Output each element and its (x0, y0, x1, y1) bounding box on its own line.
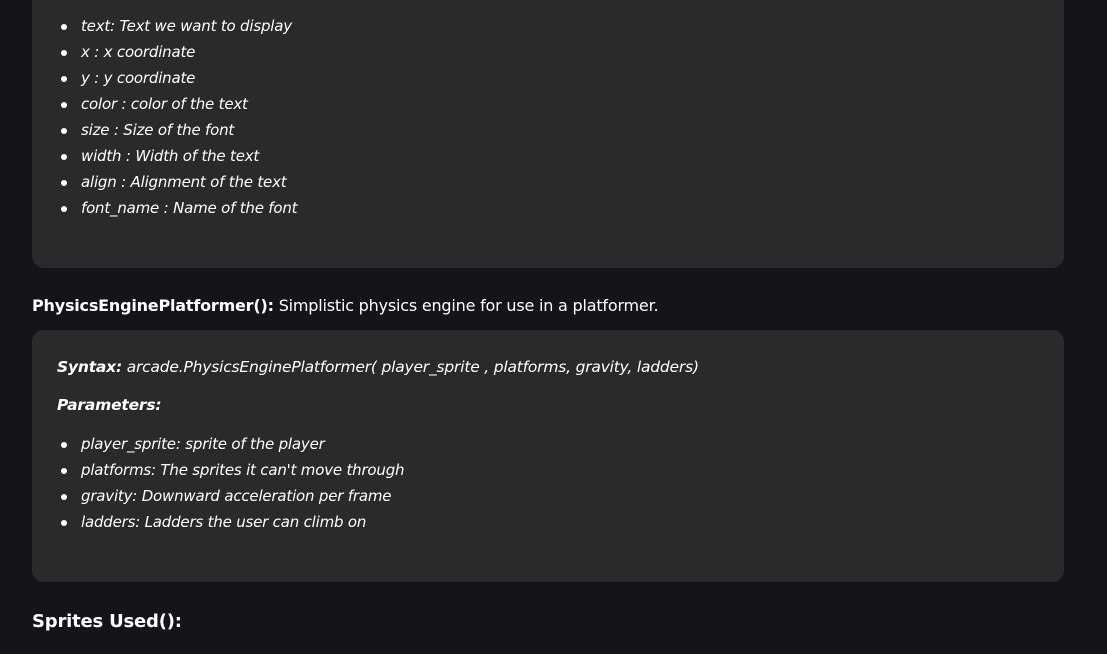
physics-param-list: player_sprite: sprite of the player plat… (57, 431, 405, 535)
list-item: player_sprite: sprite of the player (57, 431, 404, 457)
parameters-label: Parameters: (57, 396, 162, 414)
syntax-label: Syntax: (57, 358, 122, 376)
list-item: color : color of the text (57, 91, 297, 117)
list-item: platforms: The sprites it can't move thr… (57, 457, 405, 483)
draw-text-params-card: text: Text we want to display x : x coor… (32, 0, 1064, 268)
list-item: y : y coordinate (57, 65, 297, 91)
list-item: font_name : Name of the font (57, 195, 298, 221)
syntax-code: arcade.PhysicsEnginePlatformer( player_s… (121, 358, 699, 376)
article-page: text: Text we want to display x : x coor… (0, 0, 1107, 654)
physics-engine-description: Simplistic physics engine for use in a p… (273, 296, 659, 315)
list-item: ladders: Ladders the user can climb on (57, 509, 404, 535)
list-item: x : x coordinate (57, 39, 297, 65)
physics-engine-syntax-card: Syntax: arcade.PhysicsEnginePlatformer( … (32, 330, 1064, 582)
list-item: text: Text we want to display (57, 13, 297, 39)
syntax-line: Syntax: arcade.PhysicsEnginePlatformer( … (57, 358, 699, 376)
sprites-used-heading: Sprites Used(): (32, 611, 182, 632)
list-item: align : Alignment of the text (57, 169, 297, 195)
list-item: width : Width of the text (57, 143, 297, 169)
list-item: gravity: Downward acceleration per frame (57, 483, 404, 509)
physics-engine-heading: PhysicsEnginePlatformer(): Simplistic ph… (32, 296, 659, 315)
physics-engine-name: PhysicsEnginePlatformer(): (32, 296, 274, 315)
draw-text-param-list: text: Text we want to display x : x coor… (57, 13, 298, 221)
list-item: size : Size of the font (57, 117, 297, 143)
